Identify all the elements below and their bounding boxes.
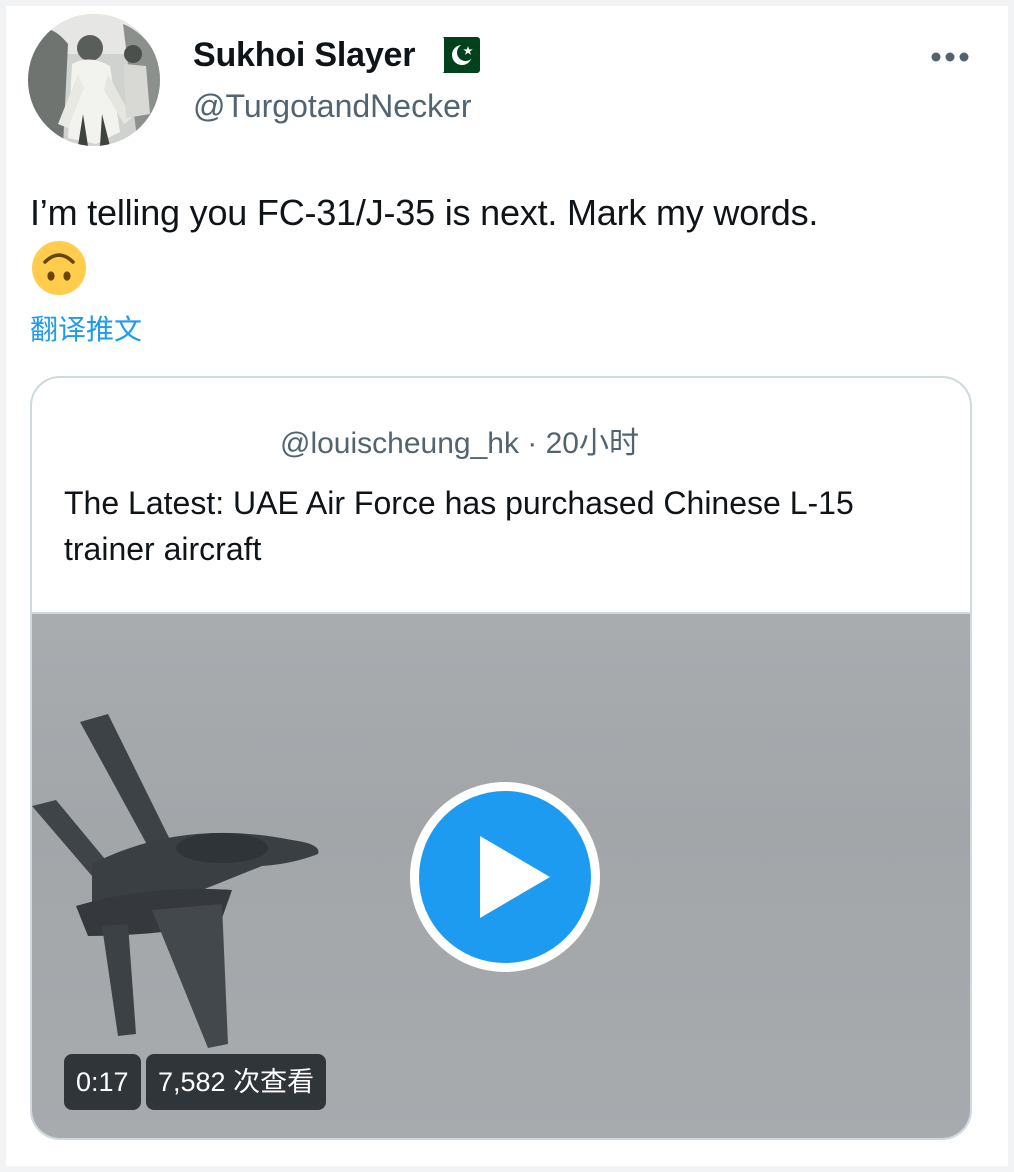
- video-views-badge: 7,582 次查看: [146, 1054, 327, 1110]
- quoted-tweet-card[interactable]: @louischeung_hk · 20小时 The Latest: UAE A…: [30, 376, 972, 1140]
- quoted-tweet-meta[interactable]: @louischeung_hk · 20小时: [280, 418, 639, 462]
- display-name[interactable]: Sukhoi Slayer: [193, 36, 415, 75]
- quoted-tweet-text: The Latest: UAE Air Force has purchased …: [64, 485, 854, 567]
- video-duration-badge: 0:17: [64, 1054, 141, 1110]
- tweet-text: I’m telling you FC-31/J-35 is next. Mark…: [30, 192, 819, 233]
- author-handle[interactable]: @TurgotandNecker: [193, 88, 472, 125]
- avatar-photo: [28, 14, 160, 146]
- more-options-icon[interactable]: [928, 46, 972, 68]
- video-thumbnail-jet: [32, 714, 319, 1048]
- pakistan-flag-icon: [432, 37, 480, 73]
- translate-tweet-link[interactable]: 翻译推文: [30, 308, 142, 348]
- tweet-page: Sukhoi Slayer @TurgotandNecker I’m telli…: [0, 0, 1014, 1172]
- video-player[interactable]: 0:17 7,582 次查看: [32, 612, 970, 1138]
- play-icon[interactable]: [408, 780, 602, 974]
- avatar[interactable]: [28, 14, 160, 146]
- upside-down-face-emoji: [32, 241, 86, 295]
